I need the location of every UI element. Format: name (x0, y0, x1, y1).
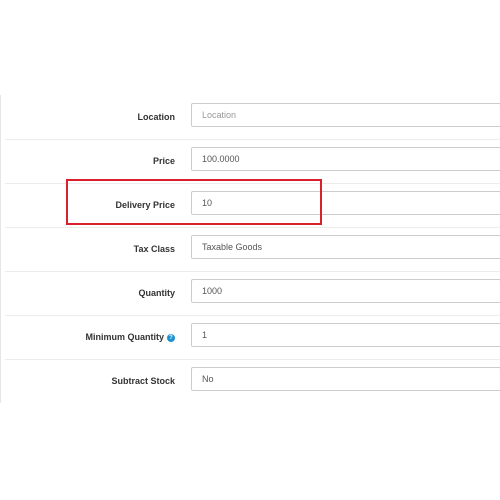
tax-class-select[interactable]: Taxable Goods (191, 235, 500, 259)
location-field[interactable] (191, 103, 500, 127)
price-input[interactable] (202, 148, 492, 170)
price-label: Price (152, 156, 175, 166)
quantity-field[interactable] (191, 279, 500, 303)
tax-class-label: Tax Class (133, 244, 175, 254)
form-row-quantity: Quantity (5, 271, 500, 316)
minimum-quantity-label-wrap: Minimum Quantity? (85, 315, 175, 359)
product-data-form: Location Price Delivery Price Tax Class … (0, 95, 500, 403)
location-input[interactable] (202, 104, 492, 126)
quantity-label: Quantity (138, 288, 175, 298)
subtract-stock-label: Subtract Stock (111, 376, 175, 386)
quantity-input[interactable] (202, 280, 492, 302)
form-row-location: Location (5, 95, 500, 140)
form-row-minimum-quantity: Minimum Quantity? (5, 315, 500, 360)
location-label: Location (137, 112, 176, 122)
form-row-price: Price (5, 139, 500, 184)
form-row-delivery-price: Delivery Price (5, 183, 500, 228)
minimum-quantity-field[interactable] (191, 323, 500, 347)
minimum-quantity-label: Minimum Quantity (85, 332, 165, 342)
tax-class-selected-value: Taxable Goods (202, 242, 263, 252)
delivery-price-input[interactable] (202, 192, 492, 214)
subtract-stock-selected-value: No (202, 374, 214, 384)
form-row-subtract-stock: Subtract Stock No (5, 359, 500, 403)
form-row-tax-class: Tax Class Taxable Goods (5, 227, 500, 272)
question-circle-icon[interactable]: ? (167, 333, 175, 342)
minimum-quantity-input[interactable] (202, 324, 492, 346)
delivery-price-field[interactable] (191, 191, 500, 215)
delivery-price-label: Delivery Price (115, 200, 175, 210)
price-field[interactable] (191, 147, 500, 171)
subtract-stock-select[interactable]: No (191, 367, 500, 391)
